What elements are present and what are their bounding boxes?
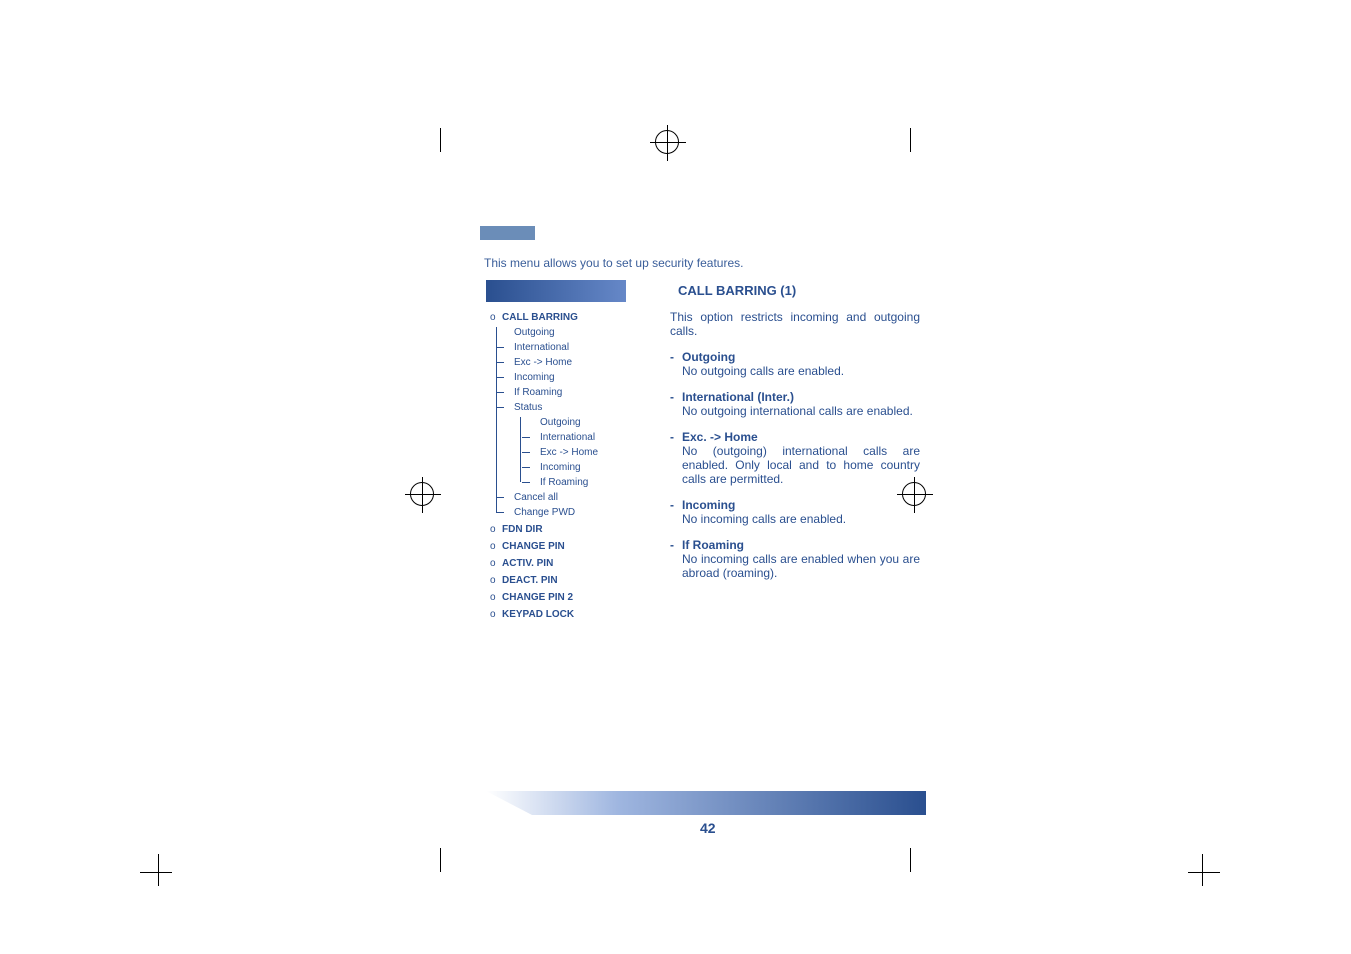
tree-item: Outgoing — [530, 415, 650, 430]
tree-item: If Roaming — [530, 475, 650, 490]
definition-international: International (Inter.) No outgoing inter… — [670, 390, 920, 418]
sidebar-menu-tree: oCALL BARRING Outgoing International Exc… — [490, 310, 650, 624]
definition-outgoing: Outgoing No outgoing calls are enabled. — [670, 350, 920, 378]
sidebar-item-activ-pin: oACTIV. PIN — [490, 556, 650, 571]
crop-mark — [890, 128, 930, 168]
sidebar-item-call-barring: oCALL BARRING Outgoing International Exc… — [490, 310, 650, 520]
main-intro-paragraph: This option restricts incoming and outgo… — [670, 310, 920, 338]
bullet-icon: o — [490, 522, 502, 537]
section-title: CALL BARRING (1) — [678, 283, 796, 298]
tree-item: Cancel all — [504, 490, 650, 505]
sidebar-item-fdn-dir: oFDN DIR — [490, 522, 650, 537]
bullet-icon: o — [490, 556, 502, 571]
main-content: This option restricts incoming and outgo… — [670, 310, 920, 592]
definition-desc: No outgoing international calls are enab… — [682, 404, 920, 418]
definition-desc: No incoming calls are enabled when you a… — [682, 552, 920, 580]
sidebar-label: CALL BARRING — [502, 312, 578, 323]
tree-label: Status — [514, 402, 542, 413]
tree-item: Incoming — [504, 370, 650, 385]
corner-mark — [158, 854, 159, 886]
sidebar-label: CHANGE PIN — [502, 541, 565, 552]
sidebar-label: ACTIV. PIN — [502, 558, 553, 569]
corner-mark — [1202, 854, 1203, 886]
tree-item: Exc -> Home — [504, 355, 650, 370]
tree-item: Change PWD — [504, 505, 650, 520]
definition-term: If Roaming — [682, 538, 920, 552]
bullet-icon: o — [490, 539, 502, 554]
definition-term: Exc. -> Home — [682, 430, 920, 444]
intro-text: This menu allows you to set up security … — [484, 256, 743, 270]
chapter-color-bar — [480, 226, 535, 240]
tree-item: International — [530, 430, 650, 445]
definition-term: International (Inter.) — [682, 390, 920, 404]
definition-term: Outgoing — [682, 350, 920, 364]
sidebar-item-change-pin2: oCHANGE PIN 2 — [490, 590, 650, 605]
bullet-icon: o — [490, 573, 502, 588]
bullet-icon: o — [490, 590, 502, 605]
tree-item-status: Status Outgoing International Exc -> Hom… — [504, 400, 650, 490]
definition-term: Incoming — [682, 498, 920, 512]
registration-mark-icon — [655, 130, 679, 154]
sidebar-label: DEACT. PIN — [502, 575, 558, 586]
tree-item: International — [504, 340, 650, 355]
definition-desc: No (outgoing) international calls are en… — [682, 444, 920, 486]
tree-item: If Roaming — [504, 385, 650, 400]
crop-mark — [420, 128, 460, 168]
corner-mark — [140, 872, 172, 873]
crop-mark — [420, 836, 460, 876]
sidebar-item-deact-pin: oDEACT. PIN — [490, 573, 650, 588]
tree-item: Exc -> Home — [530, 445, 650, 460]
sidebar-item-change-pin: oCHANGE PIN — [490, 539, 650, 554]
definition-if-roaming: If Roaming No incoming calls are enabled… — [670, 538, 920, 580]
sidebar-label: CHANGE PIN 2 — [502, 592, 573, 603]
tree-group-nested: Outgoing International Exc -> Home Incom… — [516, 415, 650, 490]
registration-mark-icon — [410, 482, 434, 506]
page-number: 42 — [700, 820, 716, 836]
corner-mark — [1188, 872, 1220, 873]
sidebar-item-keypad-lock: oKEYPAD LOCK — [490, 607, 650, 622]
definition-desc: No outgoing calls are enabled. — [682, 364, 920, 378]
bullet-icon: o — [490, 310, 502, 325]
definition-desc: No incoming calls are enabled. — [682, 512, 920, 526]
definition-incoming: Incoming No incoming calls are enabled. — [670, 498, 920, 526]
section-gradient-bar — [486, 280, 626, 302]
crop-mark — [890, 836, 930, 876]
page-footer-bar — [486, 791, 926, 815]
bullet-icon: o — [490, 607, 502, 622]
tree-item: Outgoing — [504, 325, 650, 340]
tree-group: Outgoing International Exc -> Home Incom… — [490, 325, 650, 520]
sidebar-label: FDN DIR — [502, 524, 543, 535]
tree-item: Incoming — [530, 460, 650, 475]
sidebar-label: KEYPAD LOCK — [502, 609, 574, 620]
definition-exc-home: Exc. -> Home No (outgoing) international… — [670, 430, 920, 486]
